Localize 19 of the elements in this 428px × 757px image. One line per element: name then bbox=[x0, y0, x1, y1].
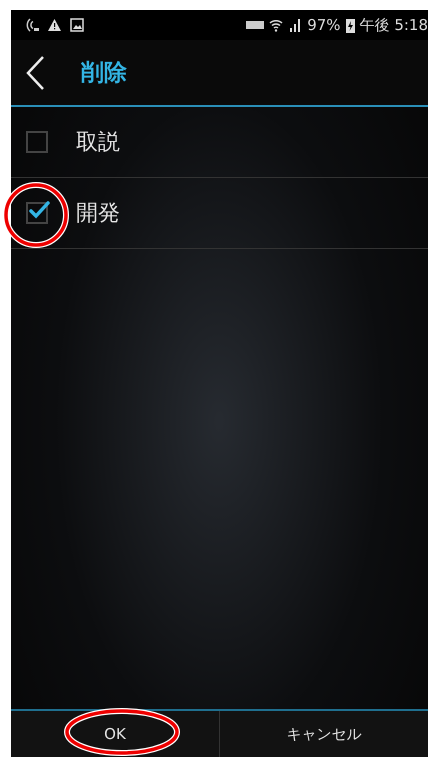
signal-icon bbox=[288, 18, 302, 32]
item-label: 取説 bbox=[76, 129, 120, 157]
battery-icon bbox=[346, 18, 355, 32]
checkbox[interactable] bbox=[26, 131, 48, 153]
wifi-icon bbox=[269, 18, 284, 32]
list-item[interactable]: 取説 bbox=[11, 107, 428, 178]
nfc-icon bbox=[25, 18, 39, 32]
screen-title: 削除 bbox=[81, 59, 127, 88]
clock: 午後 5:18 bbox=[360, 16, 428, 34]
dialog-button[interactable]: キャンセル bbox=[219, 711, 428, 757]
highlight-ellipse bbox=[3, 182, 69, 248]
dialog-button[interactable]: OK bbox=[11, 711, 219, 757]
battery-percent: 97% bbox=[307, 16, 341, 34]
back-button[interactable] bbox=[25, 54, 47, 92]
item-label: 開発 bbox=[76, 200, 120, 228]
warning-icon bbox=[47, 18, 62, 32]
image-icon bbox=[70, 18, 84, 32]
list-item[interactable]: 開発 bbox=[11, 178, 428, 249]
checkbox[interactable] bbox=[26, 202, 48, 224]
